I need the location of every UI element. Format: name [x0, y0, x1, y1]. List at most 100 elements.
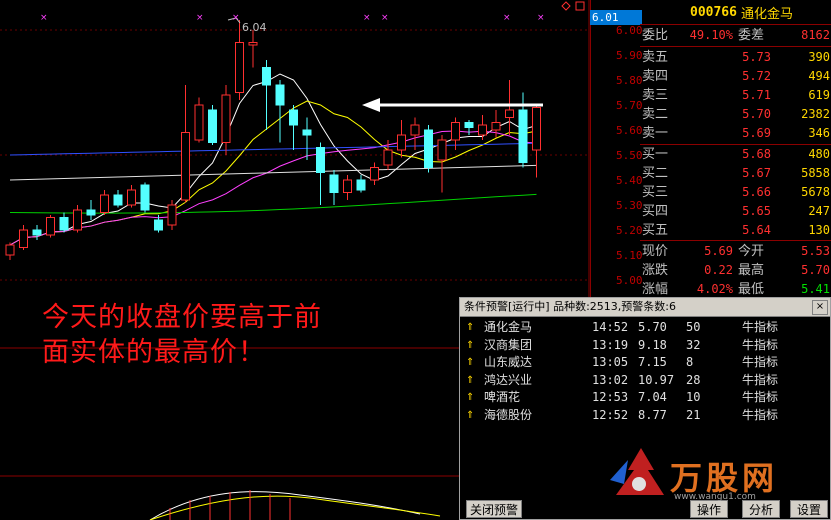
candlestick[interactable] [100, 190, 109, 215]
candlestick[interactable] [302, 117, 312, 161]
candlestick[interactable] [356, 175, 366, 193]
candlestick[interactable] [410, 117, 420, 151]
candlestick[interactable] [32, 225, 42, 240]
svg-text:×: × [232, 13, 240, 23]
candlestick[interactable] [86, 200, 96, 220]
price-tick: 5.90 [616, 49, 643, 62]
order-book-row: 买五 5.64 130 [642, 223, 830, 238]
svg-text:×: × [503, 13, 511, 23]
alert-row[interactable]: ⇑ 山东威达 13:05 7.15 8 牛指标 [466, 354, 826, 371]
candlestick[interactable] [73, 205, 82, 233]
chart-grid [0, 0, 590, 349]
candlestick[interactable] [167, 200, 177, 230]
alert-arrow-icon: ⇑ [466, 409, 475, 421]
annotation-line-2: 面实体的最高价！ [42, 337, 266, 368]
settings-button[interactable]: 设置 [790, 500, 828, 518]
analyze-button[interactable]: 分析 [742, 500, 780, 518]
alert-arrow-icon: ⇑ [466, 322, 475, 333]
candlestick[interactable] [181, 85, 190, 203]
candlesticks [5, 20, 541, 261]
left-arrow-icon [362, 98, 543, 112]
candlestick[interactable] [221, 85, 231, 155]
order-book-row: 卖二 5.70 2382 [642, 107, 830, 122]
candlestick[interactable] [208, 105, 217, 145]
candlestick[interactable] [59, 212, 69, 233]
price-tick: 5.50 [616, 149, 643, 162]
order-book-row: 买四 5.65 247 [642, 204, 830, 219]
price-tick: 5.60 [616, 124, 643, 137]
candlestick[interactable] [289, 105, 298, 150]
close-alert-button[interactable]: 关闭预警 [466, 500, 522, 518]
order-book-row: 卖四 5.72 494 [642, 69, 830, 84]
candlestick[interactable] [19, 225, 28, 250]
quote-board: 000766 通化金马 委比 49.10% 委差 8162 卖五 5.73 390 卖… [640, 0, 831, 300]
order-book-row: 买二 5.67 5858 [642, 166, 830, 181]
price-tick: 5.30 [616, 199, 643, 212]
candlestick[interactable] [5, 242, 15, 261]
stock-name: 通化金马 [740, 6, 793, 22]
svg-text:×: × [363, 13, 371, 23]
candlestick[interactable] [437, 135, 447, 193]
candlestick[interactable] [464, 120, 474, 135]
candlestick[interactable] [262, 60, 271, 130]
moving-average-lines [9, 73, 537, 246]
alert-row[interactable]: ⇑ 汉商集团 13:19 9.18 32 牛指标 [466, 337, 826, 354]
quote-stat-row: 涨跌 0.22 最高 5.70 [642, 263, 830, 278]
alert-row[interactable]: ⇑ 啤酒花 12:53 7.04 10 牛指标 [466, 389, 826, 406]
order-book-row: 买三 5.66 5678 [642, 185, 830, 200]
weibi-row: 委比 49.10% 委差 8162 [642, 28, 830, 43]
alert-title-bar[interactable]: 条件预警[运行中] 品种数:2513,预警条数:6 × [460, 298, 830, 317]
candlestick[interactable] [424, 125, 433, 173]
svg-text:×: × [196, 13, 204, 23]
alert-row[interactable]: ⇑ 通化金马 14:52 5.70 50 牛指标 [466, 319, 826, 336]
quote-stat-row: 现价 5.69 今开 5.53 [642, 244, 830, 259]
brand-url: www.wangu1.com [674, 492, 756, 502]
price-tick: 5.70 [616, 99, 643, 112]
price-tick: 5.40 [616, 174, 643, 187]
signal-markers: × × × × × × × [40, 13, 545, 23]
operate-button[interactable]: 操作 [690, 500, 728, 518]
candlestick[interactable] [329, 170, 339, 205]
brand-logo-icon [610, 448, 664, 495]
alert-title: 条件预警[运行中] 品种数:2513,预警条数:6 [464, 300, 676, 313]
alert-arrow-icon: ⇑ [466, 392, 475, 403]
alert-arrow-icon: ⇑ [466, 339, 475, 351]
stock-code: 000766 [690, 4, 737, 20]
alert-arrow-icon: ⇑ [466, 374, 475, 386]
order-book-row: 卖三 5.71 619 [642, 88, 830, 103]
candlestick[interactable] [397, 120, 406, 158]
candlestick[interactable] [248, 30, 258, 68]
alert-row[interactable]: ⇑ 鸿达兴业 13:02 10.97 28 牛指标 [466, 372, 826, 389]
candlestick[interactable] [343, 175, 352, 200]
price-tick: 5.10 [616, 249, 643, 262]
price-tick: 6.00 [616, 24, 643, 37]
order-book-row: 卖五 5.73 390 [642, 50, 830, 65]
order-book-row: 买一 5.68 480 [642, 147, 830, 162]
panel-toggle-icons[interactable] [560, 0, 590, 12]
quote-header: 000766 通化金马 [640, 0, 831, 25]
candlestick[interactable] [113, 190, 123, 208]
annotation-line-1: 今天的收盘价要高于前 [42, 302, 322, 333]
candlestick[interactable] [194, 97, 204, 143]
candlestick[interactable] [140, 182, 150, 213]
alert-arrow-icon: ⇑ [466, 357, 475, 368]
order-book-row: 卖一 5.69 346 [642, 126, 830, 141]
high-price-label: 6.04 [242, 21, 267, 34]
current-price-box: 6.01 [590, 10, 642, 25]
candlestick[interactable] [532, 105, 541, 178]
candlestick[interactable] [370, 162, 379, 186]
candlestick[interactable] [46, 215, 55, 238]
bottom-indicator [0, 475, 460, 520]
close-icon[interactable]: × [812, 300, 828, 315]
candlestick[interactable] [316, 142, 325, 206]
price-tick: 5.20 [616, 224, 643, 237]
svg-text:×: × [537, 13, 545, 23]
candlestick[interactable] [505, 80, 514, 135]
alert-row[interactable]: ⇑ 海德股份 12:52 8.77 21 牛指标 [466, 407, 826, 424]
annotation-text: 今天的收盘价要高于前 面实体的最高价！ [42, 300, 462, 370]
candlestick[interactable] [127, 185, 136, 208]
svg-text:×: × [40, 13, 48, 23]
price-tick: 5.00 [616, 274, 643, 287]
candlestick[interactable] [275, 80, 285, 143]
price-tick: 5.80 [616, 74, 643, 87]
